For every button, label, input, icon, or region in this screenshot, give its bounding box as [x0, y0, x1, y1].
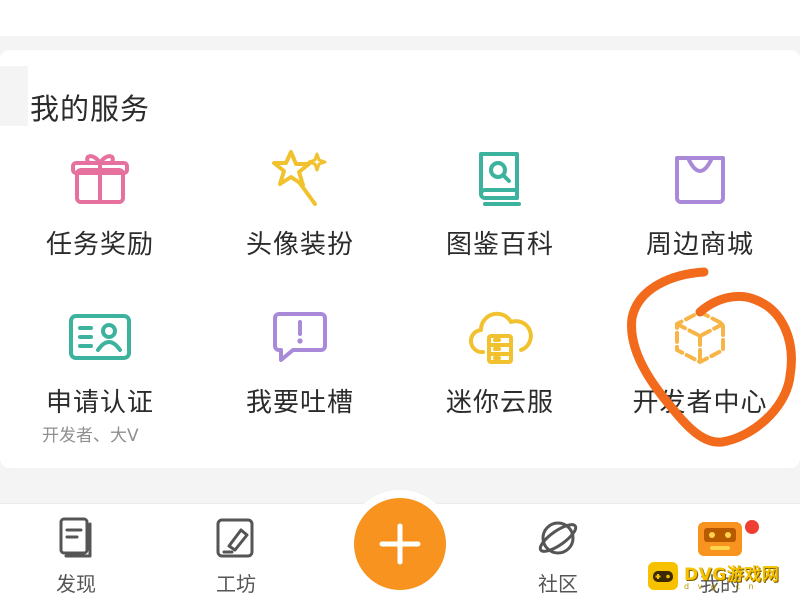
- discover-icon: [59, 517, 92, 558]
- plus-icon: [379, 523, 421, 565]
- profile-avatar-icon: [698, 522, 742, 556]
- tab-label: 社区: [538, 572, 578, 596]
- service-label: 迷你云服: [445, 388, 554, 418]
- tab-workshop[interactable]: 工坊: [186, 516, 286, 597]
- tab-discover[interactable]: 发现: [26, 516, 126, 597]
- cloud-server-icon: [468, 311, 533, 364]
- service-label: 开发者中心: [632, 388, 768, 418]
- star-wand-icon: [272, 150, 327, 206]
- tab-community[interactable]: 社区: [508, 516, 608, 597]
- service-label: 头像装扮: [245, 230, 354, 260]
- planet-icon: [538, 521, 578, 555]
- service-feedback[interactable]: 我要吐槽: [200, 306, 400, 419]
- gamepad-icon: [648, 562, 678, 590]
- tab-label: 工坊: [216, 572, 256, 596]
- service-label: 任务奖励: [45, 230, 154, 260]
- service-encyclopedia[interactable]: 图鉴百科: [400, 148, 600, 261]
- section-title: 我的服务: [30, 92, 151, 126]
- encyclopedia-icon: [479, 152, 521, 206]
- service-sublabel: 开发者、大V: [42, 426, 139, 446]
- gift-icon: [71, 154, 129, 204]
- service-developer-center[interactable]: 开发者中心: [600, 306, 800, 419]
- service-mini-cloud[interactable]: 迷你云服: [400, 306, 600, 419]
- left-edge: [0, 66, 28, 126]
- service-apply-verification[interactable]: 申请认证 开发者、大V: [0, 306, 200, 446]
- service-merch-store[interactable]: 周边商城: [600, 148, 800, 261]
- tab-label: 发现: [56, 572, 96, 596]
- cube-icon: [675, 310, 725, 364]
- watermark: DVG游戏网 d v g . c n: [648, 558, 796, 594]
- watermark-subtext: d v g . c n: [684, 582, 757, 591]
- feedback-bubble-icon: [273, 312, 327, 362]
- id-card-icon: [69, 314, 131, 360]
- create-button[interactable]: [354, 498, 446, 590]
- service-label: 周边商城: [645, 230, 754, 260]
- workshop-icon: [216, 518, 254, 558]
- service-label: 我要吐槽: [245, 388, 354, 418]
- shopping-bag-icon: [675, 156, 725, 204]
- create-button-ring: [346, 490, 454, 598]
- service-label: 图鉴百科: [445, 230, 554, 260]
- service-avatar-dressup[interactable]: 头像装扮: [200, 148, 400, 261]
- notification-dot: [745, 520, 759, 534]
- service-label: 申请认证: [45, 388, 154, 418]
- service-task-rewards[interactable]: 任务奖励: [0, 148, 200, 261]
- top-strip: [0, 0, 800, 36]
